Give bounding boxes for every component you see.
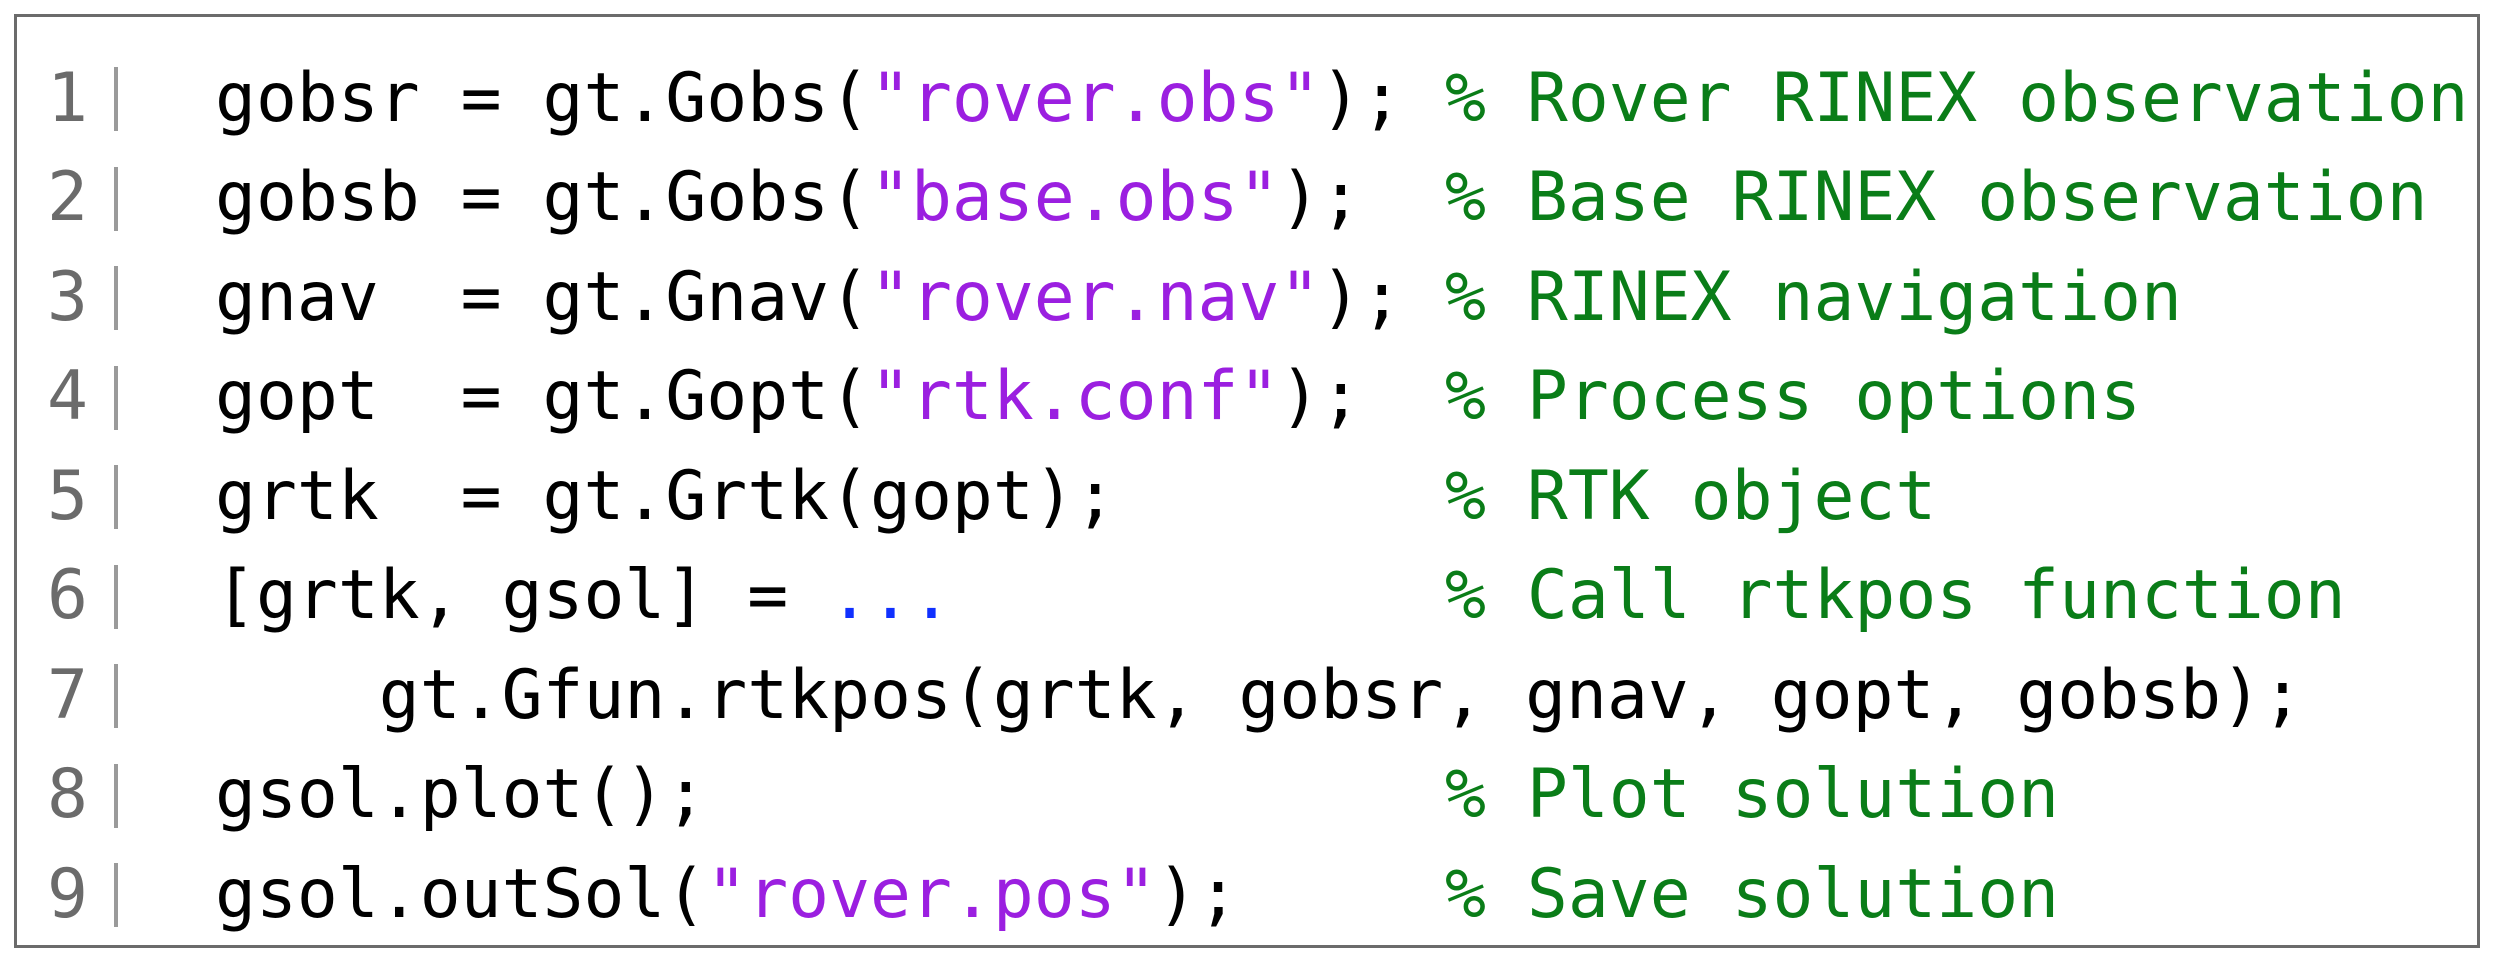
- code-token: gsol.plot();: [215, 755, 707, 835]
- code-token: gopt = gt.Gopt(: [215, 357, 871, 437]
- code-token: gt.Gfun.rtkpos(grtk, gobsr, gnav, gopt, …: [215, 655, 2303, 735]
- gutter-separator: [114, 664, 118, 728]
- line-number: 7: [47, 655, 88, 735]
- code-comment: % Process options: [1445, 357, 2141, 437]
- gutter-separator: [114, 863, 118, 927]
- code-line-6: 6 [grtk, gsol] = ... % Call rtkpos funct…: [17, 547, 2477, 647]
- code-token: );: [1156, 854, 1239, 934]
- gutter-separator: [114, 266, 118, 330]
- line-continuation: ...: [829, 556, 952, 636]
- line-number: 6: [47, 556, 88, 636]
- line-number: 3: [47, 257, 88, 337]
- code-comment: % Call rtkpos function: [1445, 556, 2346, 636]
- code-line-8: 8 gsol.plot(); % Plot solution: [17, 746, 2477, 846]
- code-token: );: [1279, 357, 1362, 437]
- code-text: gsol.outSol("rover.pos");: [215, 860, 1239, 929]
- code-comment: % Save solution: [1445, 854, 2060, 934]
- code-text: gopt = gt.Gopt("rtk.conf");: [215, 363, 1361, 431]
- code-token: );: [1320, 257, 1403, 337]
- code-text: gt.Gfun.rtkpos(grtk, gobsr, gnav, gopt, …: [215, 661, 2303, 730]
- code-token: gobsb = gt.Gobs(: [215, 158, 871, 238]
- gutter-separator: [114, 564, 118, 629]
- code-comment: % RINEX navigation: [1445, 257, 2182, 337]
- code-text: [grtk, gsol] = ...: [215, 562, 952, 630]
- code-line-2: 2 gobsb = gt.Gobs("base.obs"); % Base RI…: [17, 149, 2477, 249]
- code-text: gsol.plot();: [215, 761, 706, 829]
- code-text: gnav = gt.Gnav("rover.nav");: [215, 263, 1402, 332]
- string-literal: "rover.obs": [870, 58, 1321, 138]
- string-literal: "rover.nav": [870, 257, 1321, 337]
- code-lines: 1 gobsr = gt.Gobs("rover.obs"); % Rover …: [17, 49, 2477, 945]
- gutter-separator: [114, 365, 118, 430]
- code-line-4: 4 gopt = gt.Gopt("rtk.conf"); % Process …: [17, 348, 2477, 448]
- line-number: 1: [47, 58, 88, 138]
- code-text: grtk = gt.Grtk(gopt);: [215, 462, 1116, 531]
- code-line-9: 9 gsol.outSol("rover.pos"); % Save solut…: [17, 845, 2477, 945]
- code-line-5: 5 grtk = gt.Grtk(gopt); % RTK object: [17, 447, 2477, 547]
- string-literal: "base.obs": [870, 158, 1280, 238]
- line-number: 9: [47, 854, 88, 934]
- code-line-1: 1 gobsr = gt.Gobs("rover.obs"); % Rover …: [17, 49, 2477, 149]
- code-comment: % RTK object: [1445, 456, 1937, 536]
- code-comment: % Rover RINEX observation: [1445, 58, 2469, 138]
- code-token: gsol.outSol(: [215, 854, 707, 934]
- code-token: [grtk, gsol] =: [215, 556, 830, 636]
- code-token: );: [1279, 158, 1362, 238]
- code-token: gnav = gt.Gnav(: [215, 257, 871, 337]
- code-line-7: 7 gt.Gfun.rtkpos(grtk, gobsr, gnav, gopt…: [17, 646, 2477, 746]
- string-literal: "rover.pos": [706, 854, 1157, 934]
- line-number: 4: [47, 357, 88, 437]
- code-token: grtk = gt.Grtk(gopt);: [215, 456, 1116, 536]
- code-listing-panel: 1 gobsr = gt.Gobs("rover.obs"); % Rover …: [14, 14, 2480, 948]
- gutter-separator: [114, 67, 118, 131]
- gutter-separator: [114, 763, 118, 828]
- gutter-separator: [114, 465, 118, 529]
- line-number: 8: [47, 755, 88, 835]
- string-literal: "rtk.conf": [870, 357, 1280, 437]
- line-number: 5: [47, 456, 88, 536]
- gutter-separator: [114, 166, 118, 231]
- code-line-3: 3 gnav = gt.Gnav("rover.nav"); % RINEX n…: [17, 248, 2477, 348]
- code-token: gobsr = gt.Gobs(: [215, 58, 871, 138]
- line-number: 2: [47, 158, 88, 238]
- code-comment: % Base RINEX observation: [1445, 158, 2428, 238]
- code-token: );: [1320, 58, 1403, 138]
- code-text: gobsb = gt.Gobs("base.obs");: [215, 164, 1361, 232]
- code-comment: % Plot solution: [1445, 755, 2060, 835]
- code-text: gobsr = gt.Gobs("rover.obs");: [215, 64, 1402, 133]
